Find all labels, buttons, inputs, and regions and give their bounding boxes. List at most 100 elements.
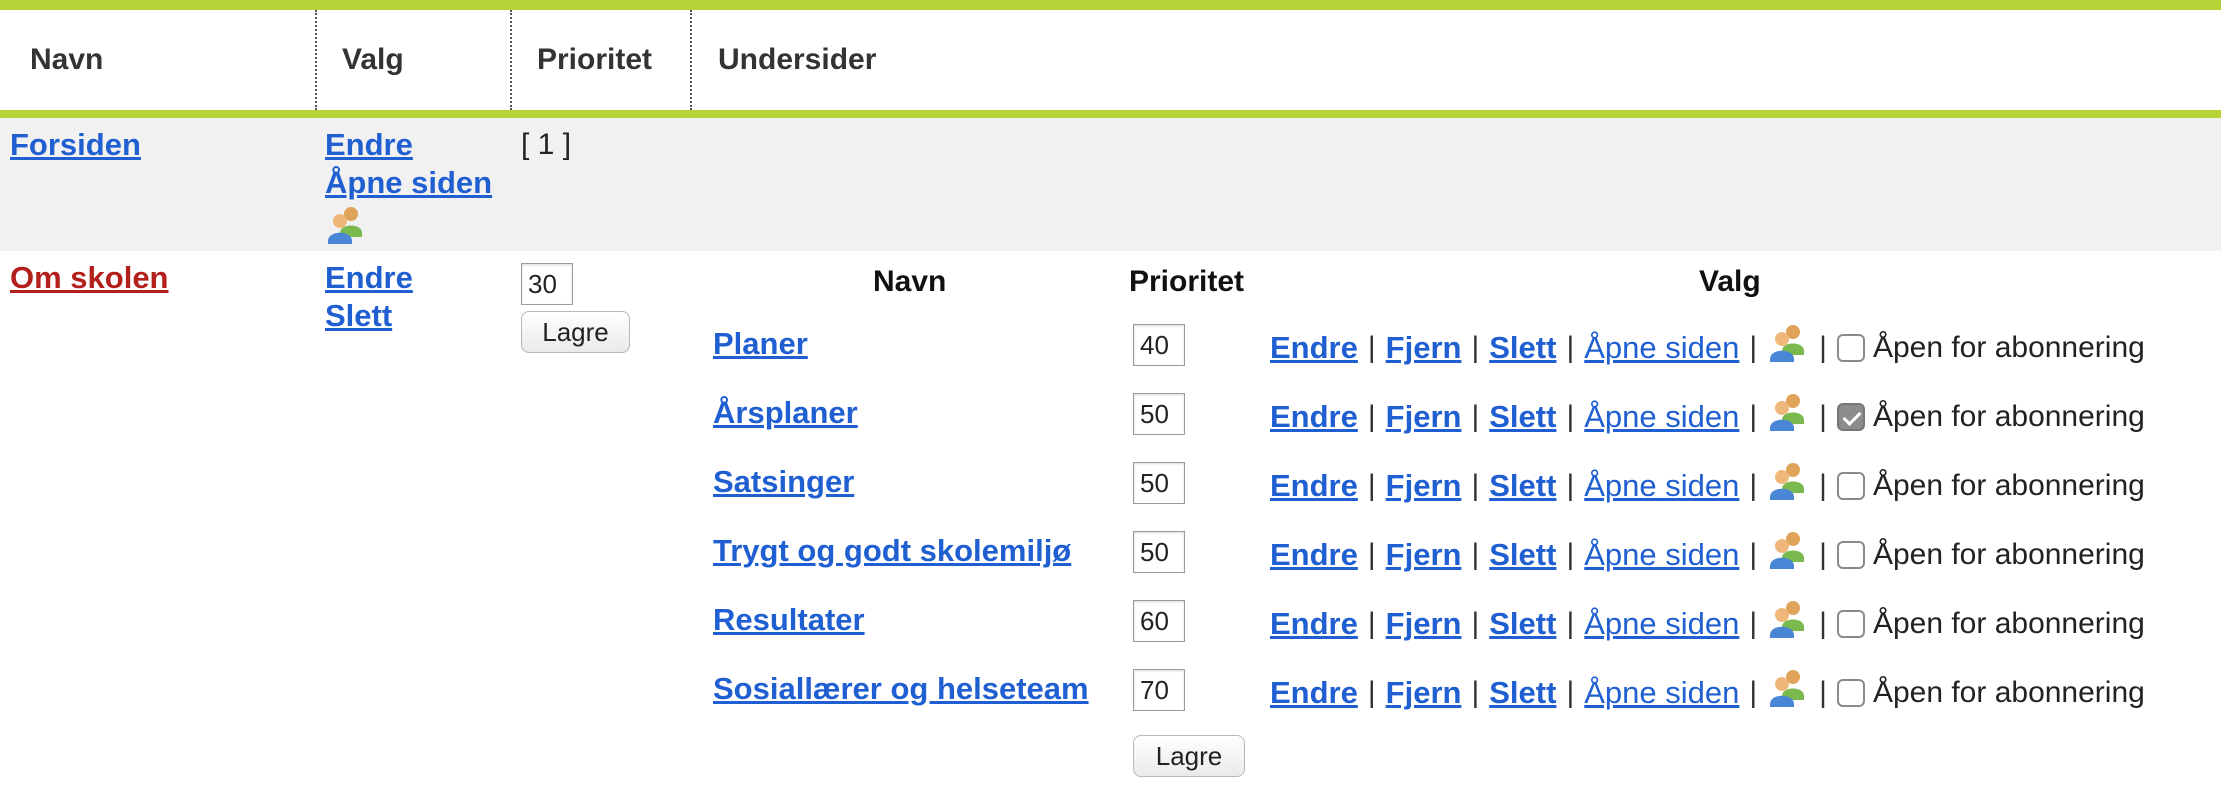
separator: | (1819, 469, 1827, 502)
subscribe-label: Åpen for abonnering (1872, 469, 2145, 502)
remove-link[interactable]: Fjern (1386, 330, 1462, 366)
subpage-priority-input[interactable] (1133, 393, 1185, 435)
separator: | (1471, 331, 1480, 364)
subpage-priority-input[interactable] (1133, 669, 1185, 711)
header-divider (690, 10, 692, 110)
user-group-icon[interactable] (1767, 597, 1809, 639)
edit-link[interactable]: Endre (325, 259, 413, 297)
subpage-link[interactable]: Resultater (713, 602, 865, 638)
subpage-actions: Endre | Fjern | Slett | Åpne siden | | Åpen for a… (1270, 670, 2145, 711)
separator: | (1566, 469, 1575, 502)
delete-link[interactable]: Slett (1489, 537, 1556, 573)
separator: | (1819, 607, 1827, 640)
separator: | (1367, 538, 1376, 571)
subscribe-checkbox[interactable] (1836, 679, 1865, 707)
separator: | (1566, 676, 1575, 709)
separator: | (1367, 469, 1376, 502)
subpages-header-valg: Valg (1699, 265, 1761, 298)
header-navn: Navn (30, 43, 104, 76)
separator: | (1749, 676, 1758, 709)
subpage-link[interactable]: Årsplaner (713, 395, 858, 431)
header-divider (315, 10, 317, 110)
subscribe-checkbox[interactable] (1836, 472, 1865, 500)
subpage-actions: Endre | Fjern | Slett | Åpne siden | | Åpen for a… (1270, 532, 2145, 573)
subpage-link[interactable]: Satsinger (713, 464, 854, 500)
open-page-link[interactable]: Åpne siden (1584, 399, 1739, 435)
subpage-row: Trygt og godt skolemiljø Endre | Fjern | Slet… (0, 529, 2221, 589)
user-group-icon[interactable] (1767, 321, 1809, 363)
user-group-icon[interactable] (1767, 528, 1809, 570)
open-page-link[interactable]: Åpne siden (1584, 468, 1739, 504)
open-page-link[interactable]: Åpne siden (1584, 330, 1739, 366)
page-link-om-skolen[interactable]: Om skolen (10, 259, 169, 297)
priority-text: [ 1 ] (521, 128, 572, 161)
header-bottom-border (0, 110, 2221, 118)
separator: | (1749, 469, 1758, 502)
remove-link[interactable]: Fjern (1386, 468, 1462, 504)
page-link-forsiden[interactable]: Forsiden (10, 126, 141, 164)
delete-link[interactable]: Slett (1489, 675, 1556, 711)
open-page-link[interactable]: Åpne siden (325, 164, 492, 202)
remove-link[interactable]: Fjern (1386, 399, 1462, 435)
separator: | (1367, 676, 1376, 709)
edit-link[interactable]: Endre (1270, 675, 1358, 711)
subscribe-label: Åpen for abonnering (1872, 607, 2145, 640)
edit-link[interactable]: Endre (325, 126, 413, 164)
edit-link[interactable]: Endre (1270, 537, 1358, 573)
separator: | (1566, 607, 1575, 640)
subpage-priority-input[interactable] (1133, 600, 1185, 642)
subscribe-checkbox[interactable] (1836, 403, 1865, 431)
separator: | (1471, 676, 1480, 709)
subpage-actions: Endre | Fjern | Slett | Åpne siden | | Åpen for a… (1270, 325, 2145, 366)
remove-link[interactable]: Fjern (1386, 675, 1462, 711)
save-subpages-button[interactable]: Lagre (1133, 735, 1245, 777)
subpage-actions: Endre | Fjern | Slett | Åpne siden | | Åpen for a… (1270, 601, 2145, 642)
edit-link[interactable]: Endre (1270, 399, 1358, 435)
subscribe-checkbox[interactable] (1836, 610, 1865, 638)
subpage-priority-input[interactable] (1133, 531, 1185, 573)
delete-link[interactable]: Slett (1489, 330, 1556, 366)
edit-link[interactable]: Endre (1270, 606, 1358, 642)
edit-link[interactable]: Endre (1270, 468, 1358, 504)
subpage-actions: Endre | Fjern | Slett | Åpne siden | | Åpen for a… (1270, 463, 2145, 504)
separator: | (1819, 400, 1827, 433)
subpage-link[interactable]: Planer (713, 326, 808, 362)
subpage-priority-input[interactable] (1133, 324, 1185, 366)
subpage-link[interactable]: Sosiallærer og helseteam (713, 671, 1089, 707)
separator: | (1367, 400, 1376, 433)
open-page-link[interactable]: Åpne siden (1584, 606, 1739, 642)
delete-link[interactable]: Slett (1489, 468, 1556, 504)
separator: | (1471, 400, 1480, 433)
header-undersider: Undersider (718, 43, 877, 76)
subscribe-checkbox[interactable] (1836, 334, 1865, 362)
separator: | (1566, 538, 1575, 571)
user-group-icon[interactable] (1767, 390, 1809, 432)
subscribe-label: Åpen for abonnering (1872, 331, 2145, 364)
subpage-row: Sosiallærer og helseteam Endre | Fjern | Slet… (0, 667, 2221, 727)
header-valg: Valg (342, 43, 404, 76)
subpage-link[interactable]: Trygt og godt skolemiljø (713, 533, 1071, 569)
remove-link[interactable]: Fjern (1386, 537, 1462, 573)
header-top-border (0, 0, 2221, 10)
header-prioritet: Prioritet (537, 43, 653, 76)
subscribe-label: Åpen for abonnering (1872, 400, 2145, 433)
subscribe-label: Åpen for abonnering (1872, 676, 2145, 709)
remove-link[interactable]: Fjern (1386, 606, 1462, 642)
subpage-row: Planer Endre | Fjern | Slett | Åpne siden | | Åpen… (0, 322, 2221, 382)
delete-link[interactable]: Slett (1489, 606, 1556, 642)
delete-link[interactable]: Slett (1489, 399, 1556, 435)
priority-input[interactable] (521, 263, 573, 305)
user-group-icon[interactable] (1767, 459, 1809, 501)
subpage-row: Resultater Endre | Fjern | Slett | Åpne siden | |… (0, 598, 2221, 658)
user-group-icon[interactable] (1767, 666, 1809, 708)
edit-link[interactable]: Endre (1270, 330, 1358, 366)
subpage-priority-input[interactable] (1133, 462, 1185, 504)
separator: | (1749, 538, 1758, 571)
open-page-link[interactable]: Åpne siden (1584, 537, 1739, 573)
user-group-icon[interactable] (325, 203, 367, 245)
subscribe-checkbox[interactable] (1836, 541, 1865, 569)
separator: | (1471, 469, 1480, 502)
open-page-link[interactable]: Åpne siden (1584, 675, 1739, 711)
separator: | (1749, 607, 1758, 640)
subpages-header-navn: Navn (873, 265, 947, 298)
